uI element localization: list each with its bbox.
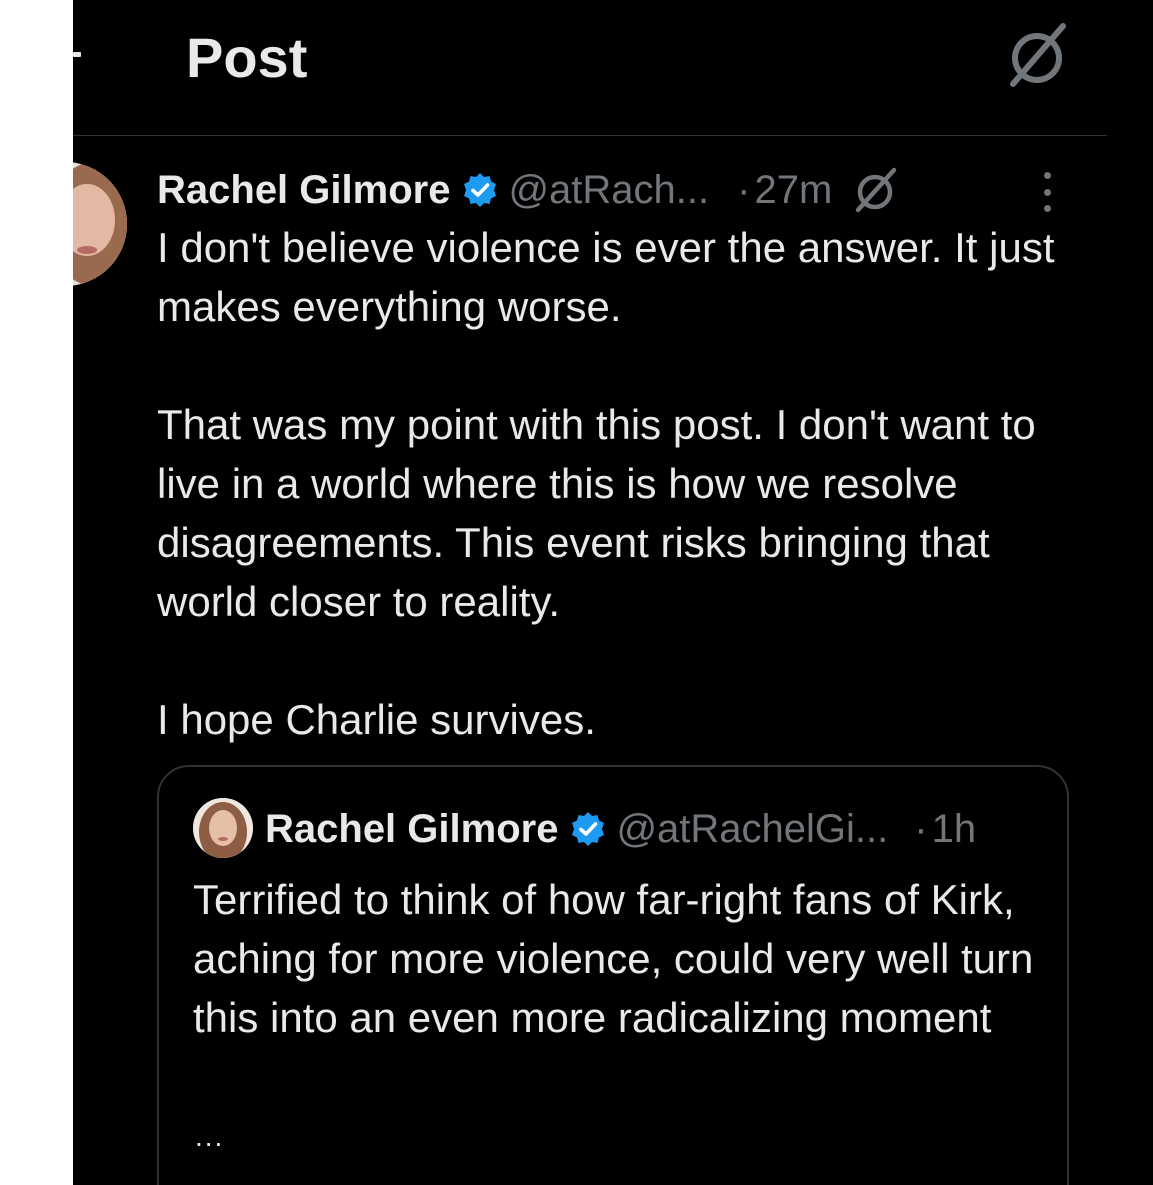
post-paragraph: That was my point with this post. I don'… [157, 401, 1036, 625]
quoted-post-timestamp[interactable]: 1h [932, 807, 977, 852]
quoted-paragraph: Terrified to think of how far-right fans… [193, 876, 1034, 1041]
post-paragraph: I don't believe violence is ever the ans… [157, 224, 1055, 330]
avatar[interactable] [73, 162, 127, 286]
post-screen: Post Rachel Gilmore @atRach... · 27m I d [73, 0, 1153, 1185]
post-paragraph: I hope Charlie survives. [157, 696, 596, 743]
quoted-avatar[interactable] [193, 798, 253, 858]
quoted-post-header: Rachel Gilmore @atRachelGi... · 1h [265, 799, 976, 859]
verified-badge-icon[interactable] [462, 172, 498, 208]
header-divider [73, 135, 1107, 136]
post-header: Rachel Gilmore @atRach... · 27m [157, 160, 900, 220]
quoted-post-card[interactable]: Rachel Gilmore @atRachelGi... · 1h Terri… [157, 765, 1069, 1185]
separator-dot: · [914, 806, 928, 851]
separator-dot: · [737, 167, 751, 212]
quoted-author-handle[interactable]: @atRachelGi... [616, 807, 888, 852]
verified-badge-icon[interactable] [570, 811, 606, 847]
grok-icon[interactable] [850, 165, 900, 215]
post-text: I don't believe violence is ever the ans… [157, 218, 1087, 749]
truncation-ellipsis: ... [195, 1121, 225, 1152]
back-arrow-icon[interactable] [73, 52, 81, 57]
grok-icon[interactable] [1001, 20, 1073, 92]
more-options-icon[interactable] [1035, 172, 1059, 212]
post-timestamp[interactable]: 27m [754, 168, 832, 213]
author-name[interactable]: Rachel Gilmore [157, 168, 450, 213]
author-handle[interactable]: @atRach... [508, 168, 709, 213]
quoted-author-name[interactable]: Rachel Gilmore [265, 807, 558, 852]
page-title: Post [186, 26, 308, 89]
quoted-post-text: Terrified to think of how far-right fans… [193, 870, 1043, 1047]
